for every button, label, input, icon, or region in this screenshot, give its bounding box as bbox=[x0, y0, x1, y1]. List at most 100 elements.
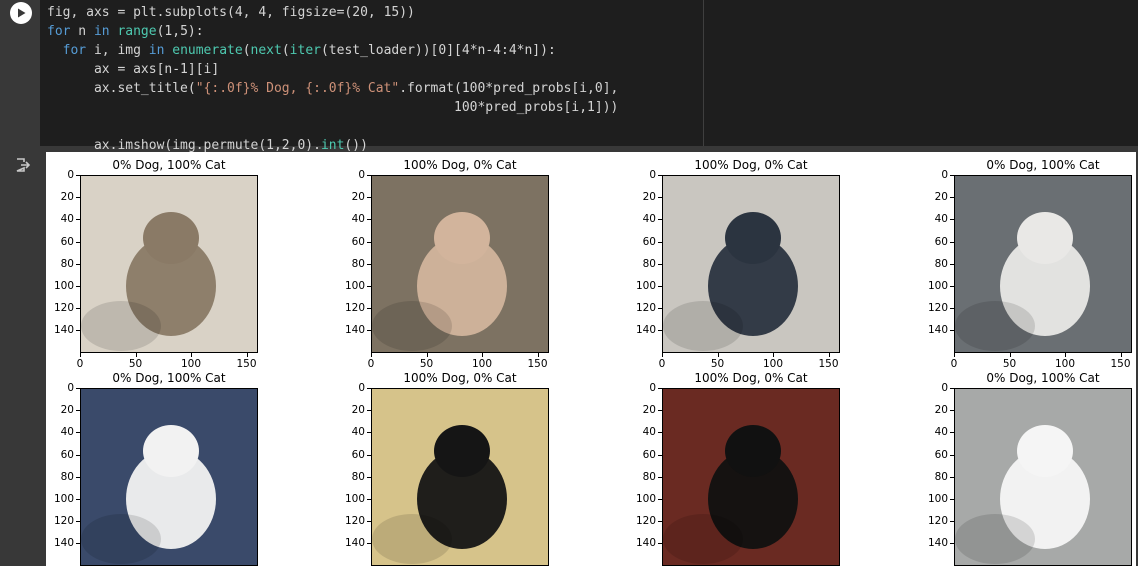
subplot-image bbox=[662, 388, 840, 566]
x-tick-label: 150 bbox=[1110, 358, 1131, 370]
x-tick-mark bbox=[1120, 353, 1122, 357]
y-tick-mark bbox=[658, 454, 662, 456]
y-tick-mark bbox=[76, 410, 80, 412]
code-token: ax.imshow(img.permute(1,2,0). bbox=[47, 138, 321, 153]
code-line[interactable]: ax.set_title("{:.0f}% Dog, {:.0f}% Cat".… bbox=[47, 79, 618, 98]
y-tick-mark bbox=[76, 432, 80, 434]
y-tick-mark bbox=[950, 432, 954, 434]
y-tick-mark bbox=[76, 286, 80, 287]
y-tick-mark bbox=[76, 388, 80, 389]
y-tick-mark bbox=[950, 410, 954, 412]
code-token: 4 bbox=[258, 5, 267, 20]
y-tick-mark bbox=[658, 521, 662, 523]
y-tick-label: 140 bbox=[344, 537, 365, 550]
x-tick-mark bbox=[426, 353, 428, 357]
y-tick-mark bbox=[658, 499, 662, 500]
y-tick-label: 100 bbox=[344, 493, 365, 505]
y-tick-mark bbox=[76, 219, 80, 221]
y-tick-label: 100 bbox=[927, 493, 948, 505]
y-tick-label: 40 bbox=[934, 213, 948, 226]
y-tick-label: 140 bbox=[635, 324, 656, 337]
y-tick-label: 60 bbox=[351, 448, 365, 461]
run-cell-button[interactable] bbox=[10, 2, 32, 24]
y-tick-mark bbox=[367, 175, 371, 176]
y-tick-label: 20 bbox=[351, 191, 365, 204]
subplot-image bbox=[371, 388, 549, 566]
y-tick-mark bbox=[367, 330, 371, 332]
y-tick-label: 120 bbox=[344, 515, 365, 528]
code-token: iter bbox=[289, 43, 321, 58]
code-token: (1,5): bbox=[156, 24, 204, 39]
code-token: for bbox=[62, 43, 87, 58]
y-tick-mark bbox=[950, 476, 954, 478]
y-tick-label: 20 bbox=[642, 191, 656, 204]
y-tick-label: 140 bbox=[53, 324, 74, 337]
y-tick-mark bbox=[950, 286, 954, 287]
y-tick-mark bbox=[76, 499, 80, 500]
code-token: 20 bbox=[352, 5, 368, 20]
y-tick-mark bbox=[367, 476, 371, 478]
pet-photo-placeholder bbox=[663, 176, 839, 352]
subplot-image bbox=[80, 175, 258, 353]
y-tick-mark bbox=[76, 521, 80, 523]
x-tick-mark bbox=[662, 353, 663, 357]
x-tick-label: 100 bbox=[762, 358, 784, 370]
pet-photo-placeholder bbox=[372, 389, 548, 565]
x-tick-label: 50 bbox=[419, 358, 434, 370]
y-tick-label: 120 bbox=[635, 302, 656, 315]
y-tick-mark bbox=[367, 197, 371, 199]
x-tick-label: 0 bbox=[76, 358, 84, 370]
code-token: "{:.0f}% Dog, {:.0f}% Cat" bbox=[195, 81, 400, 96]
y-tick-mark bbox=[76, 330, 80, 332]
code-line[interactable]: for i, img in enumerate(next(iter(test_l… bbox=[47, 41, 618, 60]
y-tick-label: 0 bbox=[649, 169, 656, 181]
y-tick-mark bbox=[367, 241, 371, 243]
y-tick-label: 100 bbox=[53, 280, 74, 292]
code-token: ()) bbox=[344, 138, 368, 153]
y-tick-label: 40 bbox=[60, 426, 74, 439]
play-icon bbox=[18, 8, 26, 18]
y-tick-label: 100 bbox=[53, 493, 74, 505]
y-tick-label: 0 bbox=[67, 169, 74, 181]
x-tick-label: 100 bbox=[471, 358, 493, 370]
y-tick-mark bbox=[950, 197, 954, 199]
code-cell[interactable]: fig, axs = plt.subplots(4, 4, figsize=(2… bbox=[0, 0, 1138, 153]
code-token: 100*pred_probs[i,1])) bbox=[47, 100, 619, 115]
x-tick-label: 150 bbox=[236, 358, 257, 370]
y-tick-label: 60 bbox=[934, 235, 948, 248]
pet-photo-placeholder bbox=[955, 389, 1131, 565]
code-line[interactable]: 100*pred_probs[i,1])) bbox=[47, 98, 618, 117]
code-token: for bbox=[47, 24, 71, 39]
pet-photo-placeholder bbox=[81, 176, 257, 352]
code-token: , bbox=[242, 5, 259, 20]
pet-photo-placeholder bbox=[955, 176, 1131, 352]
x-tick-label: 0 bbox=[658, 358, 666, 370]
y-tick-label: 0 bbox=[941, 169, 948, 181]
y-tick-mark bbox=[76, 197, 80, 199]
x-tick-mark bbox=[482, 353, 483, 357]
y-tick-mark bbox=[367, 521, 371, 523]
code-editor[interactable]: fig, axs = plt.subplots(4, 4, figsize=(2… bbox=[40, 0, 1138, 153]
code-token: )) bbox=[399, 5, 415, 20]
y-tick-label: 80 bbox=[351, 257, 365, 270]
code-line[interactable]: fig, axs = plt.subplots(4, 4, figsize=(2… bbox=[47, 3, 618, 22]
y-tick-mark bbox=[950, 543, 954, 545]
y-tick-label: 120 bbox=[53, 515, 74, 528]
y-tick-label: 80 bbox=[60, 470, 74, 483]
y-tick-mark bbox=[76, 308, 80, 310]
line-length-ruler bbox=[703, 0, 704, 146]
y-tick-label: 60 bbox=[60, 235, 74, 248]
y-tick-mark bbox=[658, 410, 662, 412]
y-tick-label: 140 bbox=[53, 537, 74, 550]
code-line[interactable]: ax = axs[n-1][i] bbox=[47, 60, 618, 79]
pet-photo-placeholder bbox=[81, 389, 257, 565]
y-tick-label: 60 bbox=[642, 235, 656, 248]
code-token: in bbox=[148, 43, 165, 58]
code-line[interactable]: for n in range(1,5): bbox=[47, 22, 618, 41]
x-tick-mark bbox=[773, 353, 774, 357]
x-tick-label: 0 bbox=[367, 358, 375, 370]
pet-photo-placeholder bbox=[372, 176, 548, 352]
code-line[interactable] bbox=[47, 117, 618, 136]
code-text[interactable]: fig, axs = plt.subplots(4, 4, figsize=(2… bbox=[47, 3, 618, 155]
